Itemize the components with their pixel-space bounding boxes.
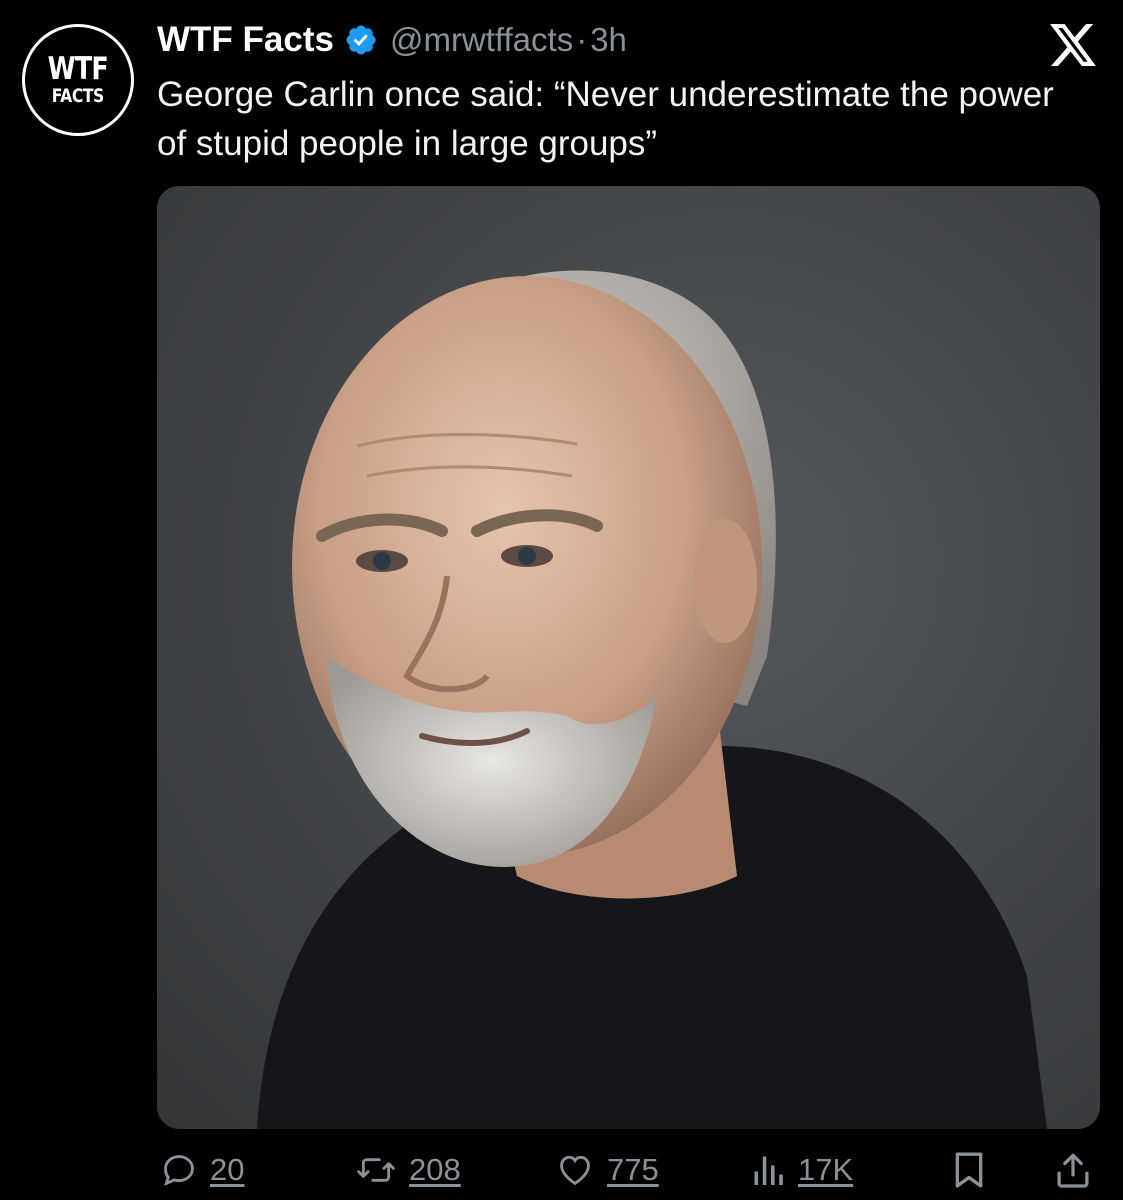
avatar-logo-line2: FACTS (51, 85, 105, 107)
author-handle[interactable]: @mrwtffacts (390, 21, 573, 59)
portrait-illustration (257, 270, 1047, 1129)
share-button[interactable] (1055, 1150, 1091, 1190)
author-display-name[interactable]: WTF Facts (157, 20, 334, 60)
tweet-text: George Carlin once said: “Never underest… (157, 75, 1054, 163)
author-avatar[interactable]: WTF FACTS (22, 24, 134, 136)
share-icon (1057, 1153, 1089, 1188)
x-logo-icon (1050, 24, 1096, 66)
reply-count: 20 (210, 1152, 245, 1187)
reply-icon (164, 1155, 194, 1187)
views-chart-icon (754, 1156, 783, 1185)
views-button[interactable]: 17K (750, 1150, 853, 1190)
tweet-media-photo[interactable] (157, 186, 1100, 1129)
views-count: 17K (798, 1152, 854, 1187)
verified-badge-icon (346, 25, 376, 55)
reply-button[interactable]: 20 (160, 1150, 244, 1190)
bookmark-icon (955, 1152, 983, 1188)
tweet-action-bar: 20 208 775 17K (0, 1140, 1123, 1200)
avatar-logo-line1: WTF (47, 51, 109, 87)
repost-button[interactable]: 208 (355, 1150, 461, 1190)
tweet-header: WTF Facts @mrwtffacts · 3h (157, 18, 627, 62)
tweet-timestamp[interactable]: 3h (590, 21, 627, 59)
meta-separator: · (576, 21, 588, 58)
like-button[interactable]: 775 (555, 1150, 659, 1190)
like-count: 775 (607, 1152, 659, 1187)
heart-icon (560, 1155, 590, 1186)
repost-count: 208 (409, 1152, 461, 1187)
bookmark-button[interactable] (952, 1150, 986, 1190)
repost-icon (357, 1158, 395, 1182)
